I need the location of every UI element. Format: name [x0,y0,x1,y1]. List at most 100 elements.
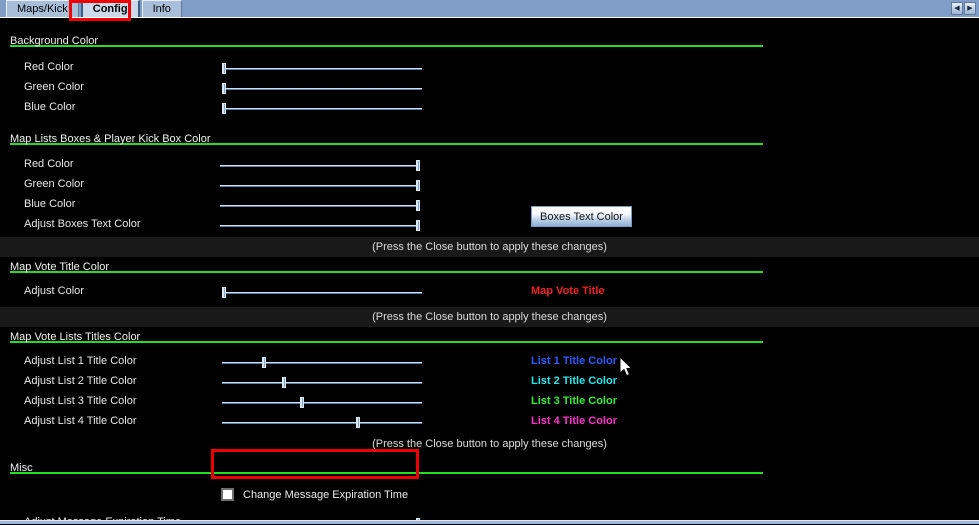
slider-knob[interactable] [416,220,420,231]
list-2-preview-label: List 2 Title Color [531,375,617,387]
slider-track [222,108,422,109]
section-title: Map Vote Title Color [10,261,110,273]
slider-track [222,402,422,403]
section-header-boxes-color: Map Lists Boxes & Player Kick Box Color [0,129,979,146]
slider-knob[interactable] [222,83,226,94]
row-label: Blue Color [24,198,76,210]
boxes-text-color-button[interactable]: Boxes Text Color [531,206,632,227]
section-title: Map Lists Boxes & Player Kick Box Color [10,133,211,145]
slider-track [220,205,420,206]
slider-boxes-text-color[interactable] [220,220,420,231]
slider-track [220,165,420,166]
row-list-3-title-color: Adjust List 3 Title Color List 3 Title C… [0,392,979,412]
vote-title-preview-label: Map Vote Title [531,285,605,297]
slider-list-2-title-color[interactable] [222,377,422,388]
list-4-preview-label: List 4 Title Color [531,415,617,427]
note-vote-title-apply: (Press the Close button to apply these c… [0,307,979,327]
slider-background-red[interactable] [222,63,422,74]
slider-vote-title-color[interactable] [222,287,422,298]
row-list-1-title-color: Adjust List 1 Title Color List 1 Title C… [0,352,979,372]
chevron-left-icon: ◀ [954,5,960,12]
slider-track [220,185,420,186]
config-panel: Background Color Red Color Green Color B… [0,18,979,524]
slider-knob[interactable] [222,287,226,298]
tab-maps-kick[interactable]: Maps/Kick [6,0,79,17]
row-label: Adjust Boxes Text Color [24,218,141,230]
note-text: (Press the Close button to apply these c… [372,311,607,323]
row-label: Green Color [24,178,84,190]
note-lists-titles-apply: (Press the Close button to apply these c… [0,434,979,454]
slider-list-3-title-color[interactable] [222,397,422,408]
row-background-red: Red Color [0,58,979,78]
change-message-expiration-checkbox[interactable] [221,488,234,501]
tab-config[interactable]: Config [80,0,140,17]
row-label: Red Color [24,61,74,73]
tab-scroll-left-button[interactable]: ◀ [951,2,963,15]
slider-boxes-red[interactable] [220,160,420,171]
row-change-message-expiration: Change Message Expiration Time [0,486,979,506]
tab-bar: Maps/Kick Config Info ◀ ▶ [0,0,979,18]
row-background-blue: Blue Color [0,98,979,118]
list-1-preview-label: List 1 Title Color [531,355,617,367]
section-rule [10,45,763,47]
row-boxes-blue: Blue Color [0,195,979,215]
note-boxes-apply: (Press the Close button to apply these c… [0,237,979,257]
tab-label: Info [152,3,171,15]
slider-track [222,88,422,89]
row-label: Red Color [24,158,74,170]
slider-knob[interactable] [416,180,420,191]
slider-track [222,292,422,293]
change-message-expiration-label: Change Message Expiration Time [243,489,409,501]
window-bottom-edge [0,520,979,524]
section-title: Map Vote Lists Titles Color [10,331,141,343]
note-text: (Press the Close button to apply these c… [372,438,607,450]
slider-boxes-green[interactable] [220,180,420,191]
row-vote-title-adjust: Adjust Color Map Vote Title [0,282,979,302]
section-header-vote-title-color: Map Vote Title Color [0,257,979,274]
slider-background-green[interactable] [222,83,422,94]
tab-label: Maps/Kick [17,3,68,15]
row-label: Adjust List 4 Title Color [24,415,137,427]
section-header-background-color: Background Color [0,31,979,48]
slider-list-1-title-color[interactable] [222,357,422,368]
slider-track [222,68,422,69]
slider-knob[interactable] [222,63,226,74]
slider-knob[interactable] [282,377,286,388]
slider-knob[interactable] [222,103,226,114]
row-list-4-title-color: Adjust List 4 Title Color List 4 Title C… [0,412,979,432]
slider-boxes-blue[interactable] [220,200,420,211]
slider-knob[interactable] [300,397,304,408]
slider-track [220,225,420,226]
slider-knob[interactable] [416,200,420,211]
row-boxes-green: Green Color [0,175,979,195]
row-label: Adjust List 3 Title Color [24,395,137,407]
slider-background-blue[interactable] [222,103,422,114]
section-rule [10,472,763,474]
slider-track [222,422,422,423]
section-header-misc: Misc [0,458,979,475]
slider-knob[interactable] [416,160,420,171]
slider-track [222,382,422,383]
chevron-right-icon: ▶ [967,5,973,12]
slider-list-4-title-color[interactable] [222,417,422,428]
tab-label: Config [92,3,128,15]
section-header-lists-titles-color: Map Vote Lists Titles Color [0,327,979,344]
row-label: Adjust List 2 Title Color [24,375,137,387]
section-rule [10,271,763,273]
row-label: Blue Color [24,101,76,113]
slider-knob[interactable] [356,417,360,428]
slider-track [222,362,422,363]
section-title: Background Color [10,35,99,47]
tab-scroll-right-button[interactable]: ▶ [964,2,976,15]
note-text: (Press the Close button to apply these c… [372,241,607,253]
row-list-2-title-color: Adjust List 2 Title Color List 2 Title C… [0,372,979,392]
section-title: Misc [10,462,33,474]
tab-info[interactable]: Info [141,0,182,17]
row-boxes-text-color: Adjust Boxes Text Color [0,215,979,235]
slider-knob[interactable] [262,357,266,368]
row-label: Green Color [24,81,84,93]
list-3-preview-label: List 3 Title Color [531,395,617,407]
row-background-green: Green Color [0,78,979,98]
row-label: Adjust List 1 Title Color [24,355,137,367]
button-label: Boxes Text Color [540,210,623,223]
